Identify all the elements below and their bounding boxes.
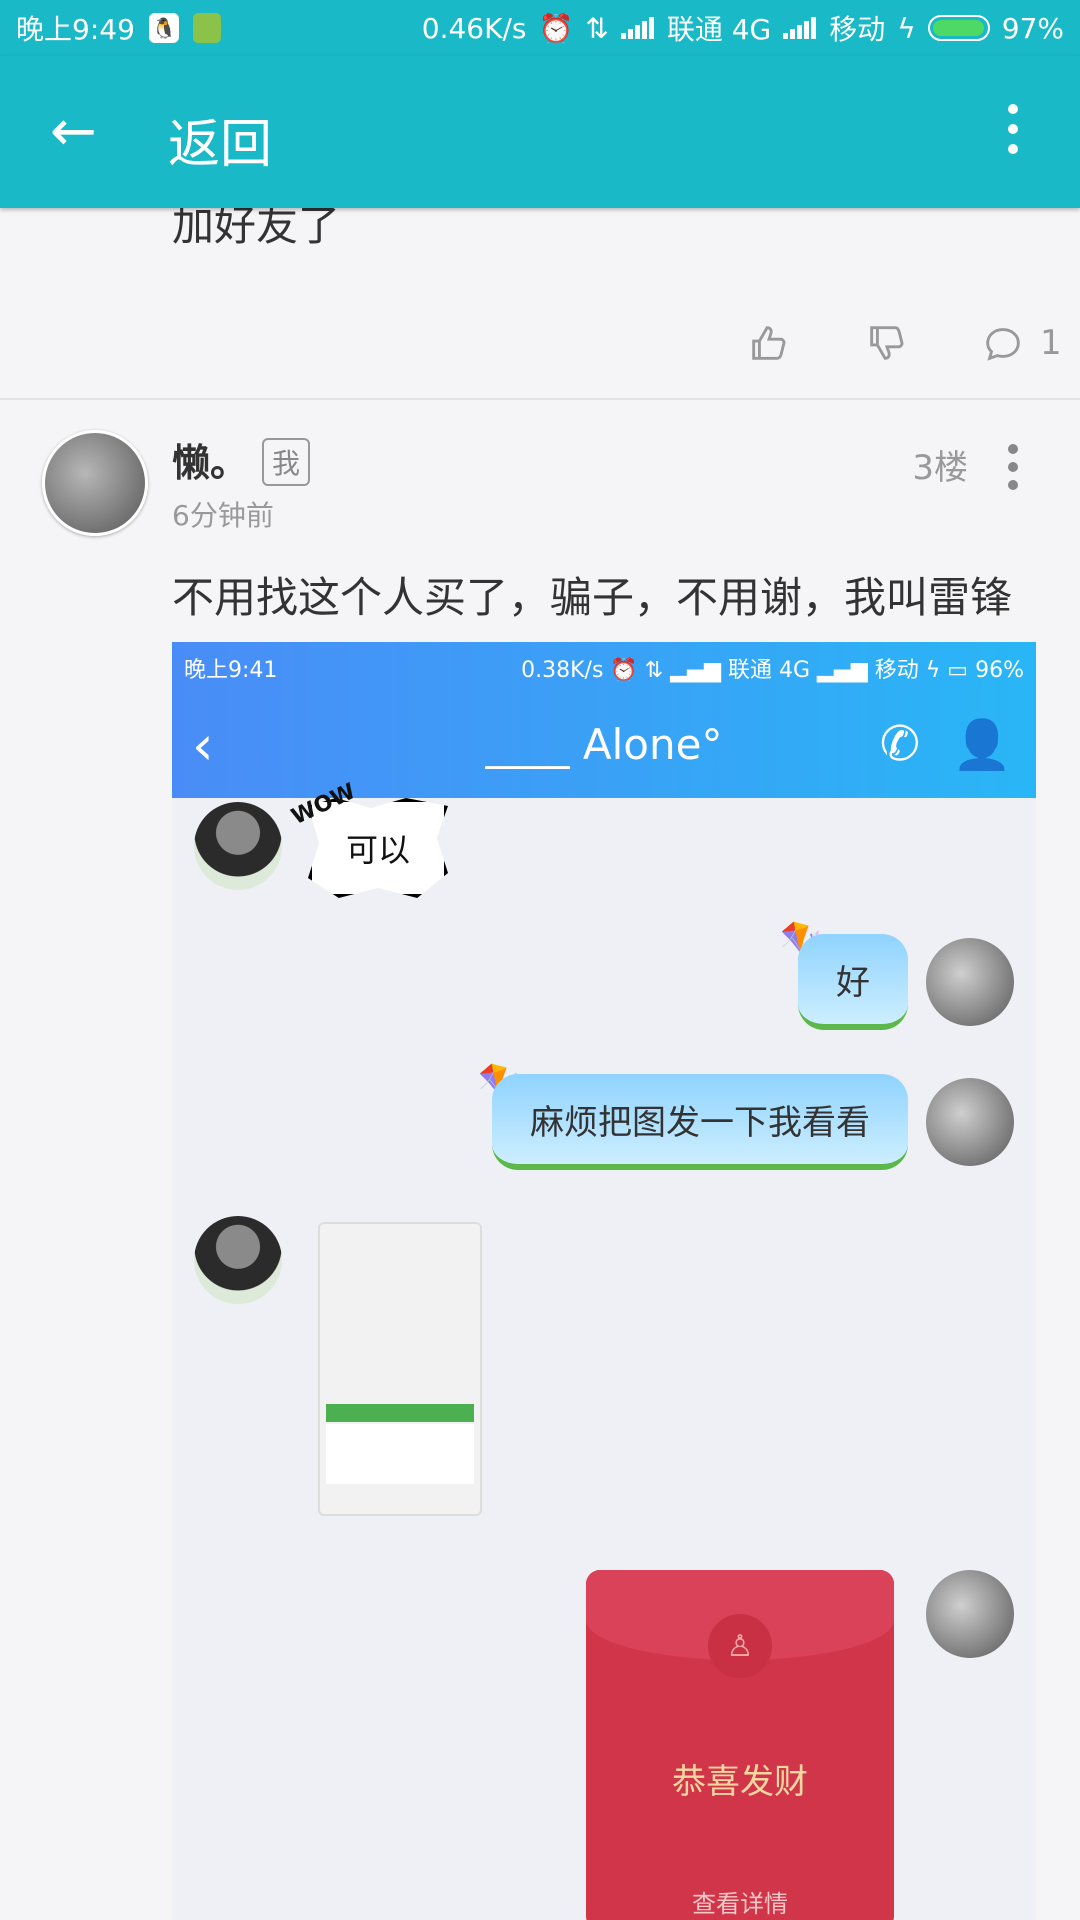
contact-avatar bbox=[194, 1216, 282, 1304]
embedded-chat-header: ‹ ____ Alone° ✆ 👤 bbox=[172, 686, 1036, 798]
carrier-1: 联通 4G bbox=[666, 13, 772, 46]
post-image[interactable]: 晚上9:41 0.38K/s ⏰ ⇅ ▂▄▆ 联通 4G ▂▄▆ 移动 ϟ ▭ … bbox=[172, 642, 1036, 1920]
more-menu-icon[interactable] bbox=[1008, 104, 1018, 154]
username[interactable]: 懒。 bbox=[172, 432, 248, 487]
network-speed: 0.46K/s bbox=[421, 11, 527, 45]
red-packet-greeting: 恭喜发财 bbox=[672, 1762, 808, 1802]
divider bbox=[0, 398, 1080, 400]
embedded-alarm-icon: ⏰ ⇅ ▂▄▆ bbox=[610, 658, 728, 683]
carrier-2: 移动 bbox=[829, 13, 886, 46]
embedded-time: 晚上9:41 bbox=[184, 658, 278, 683]
embedded-carrier-2: 移动 bbox=[874, 658, 919, 683]
red-packet-message: ♙ 恭喜发财 查看详情 bbox=[586, 1570, 894, 1920]
embedded-signal-icon: ▂▄▆ bbox=[817, 658, 875, 683]
image-message bbox=[318, 1222, 482, 1516]
status-bar: 晚上9:49 🐧 0.46K/s ⏰ ⇅ 联通 4G 移动 ϟ 97% bbox=[0, 0, 1080, 56]
post-time: 6分钟前 bbox=[172, 499, 274, 532]
app-bar: ← 返回 bbox=[0, 56, 1080, 208]
embedded-battery-icon: ϟ ▭ bbox=[925, 658, 976, 683]
avatar[interactable] bbox=[42, 430, 148, 536]
post-more-icon[interactable] bbox=[1008, 444, 1018, 490]
red-packet-detail: 查看详情 bbox=[692, 1890, 788, 1918]
dislike-icon[interactable] bbox=[864, 320, 910, 375]
me-badge: 我 bbox=[262, 438, 311, 486]
floor-number: 3楼 bbox=[912, 448, 968, 488]
embedded-status-right: 0.38K/s ⏰ ⇅ ▂▄▆ 联通 4G ▂▄▆ 移动 ϟ ▭ 96% bbox=[521, 652, 1024, 684]
person-icon: 👤 bbox=[952, 717, 1012, 773]
comment-count: 1 bbox=[1040, 323, 1062, 363]
self-avatar bbox=[926, 938, 1014, 1026]
self-avatar bbox=[926, 1570, 1014, 1658]
embedded-battery: 96% bbox=[975, 658, 1024, 683]
self-avatar bbox=[926, 1078, 1014, 1166]
embedded-carrier-1: 联通 4G bbox=[727, 658, 811, 683]
signal-icon-2 bbox=[783, 17, 817, 39]
penguin-icon: ♙ bbox=[708, 1614, 772, 1678]
back-arrow-icon[interactable]: ← bbox=[50, 104, 97, 160]
embedded-status-bar: 晚上9:41 0.38K/s ⏰ ⇅ ▂▄▆ 联通 4G ▂▄▆ 移动 ϟ ▭ … bbox=[172, 642, 1036, 686]
sim-card-icon bbox=[192, 13, 221, 43]
data-transfer-icon: ⇅ bbox=[585, 11, 609, 45]
post-text: 不用找这个人买了，骗子，不用谢，我叫雷锋 bbox=[172, 573, 1013, 622]
signal-icon bbox=[620, 17, 655, 39]
contact-avatar bbox=[194, 802, 282, 890]
page-title[interactable]: 返回 bbox=[168, 102, 272, 177]
status-time: 晚上9:49 bbox=[16, 13, 135, 46]
embedded-speed: 0.38K/s bbox=[521, 658, 604, 683]
like-icon[interactable] bbox=[746, 320, 792, 375]
battery-percent: 97% bbox=[1001, 11, 1064, 45]
comment-icon bbox=[986, 328, 1020, 361]
message-bubble: 麻烦把图发一下我看看 bbox=[492, 1074, 908, 1170]
comment-button[interactable]: 1 bbox=[980, 320, 1062, 366]
message-bubble: 好 bbox=[798, 934, 908, 1030]
battery-icon bbox=[927, 15, 990, 41]
alarm-icon: ⏰ bbox=[538, 11, 574, 45]
qq-icon: 🐧 bbox=[148, 13, 179, 43]
phone-icon: ✆ bbox=[879, 716, 920, 772]
charging-icon: ϟ bbox=[897, 11, 916, 45]
